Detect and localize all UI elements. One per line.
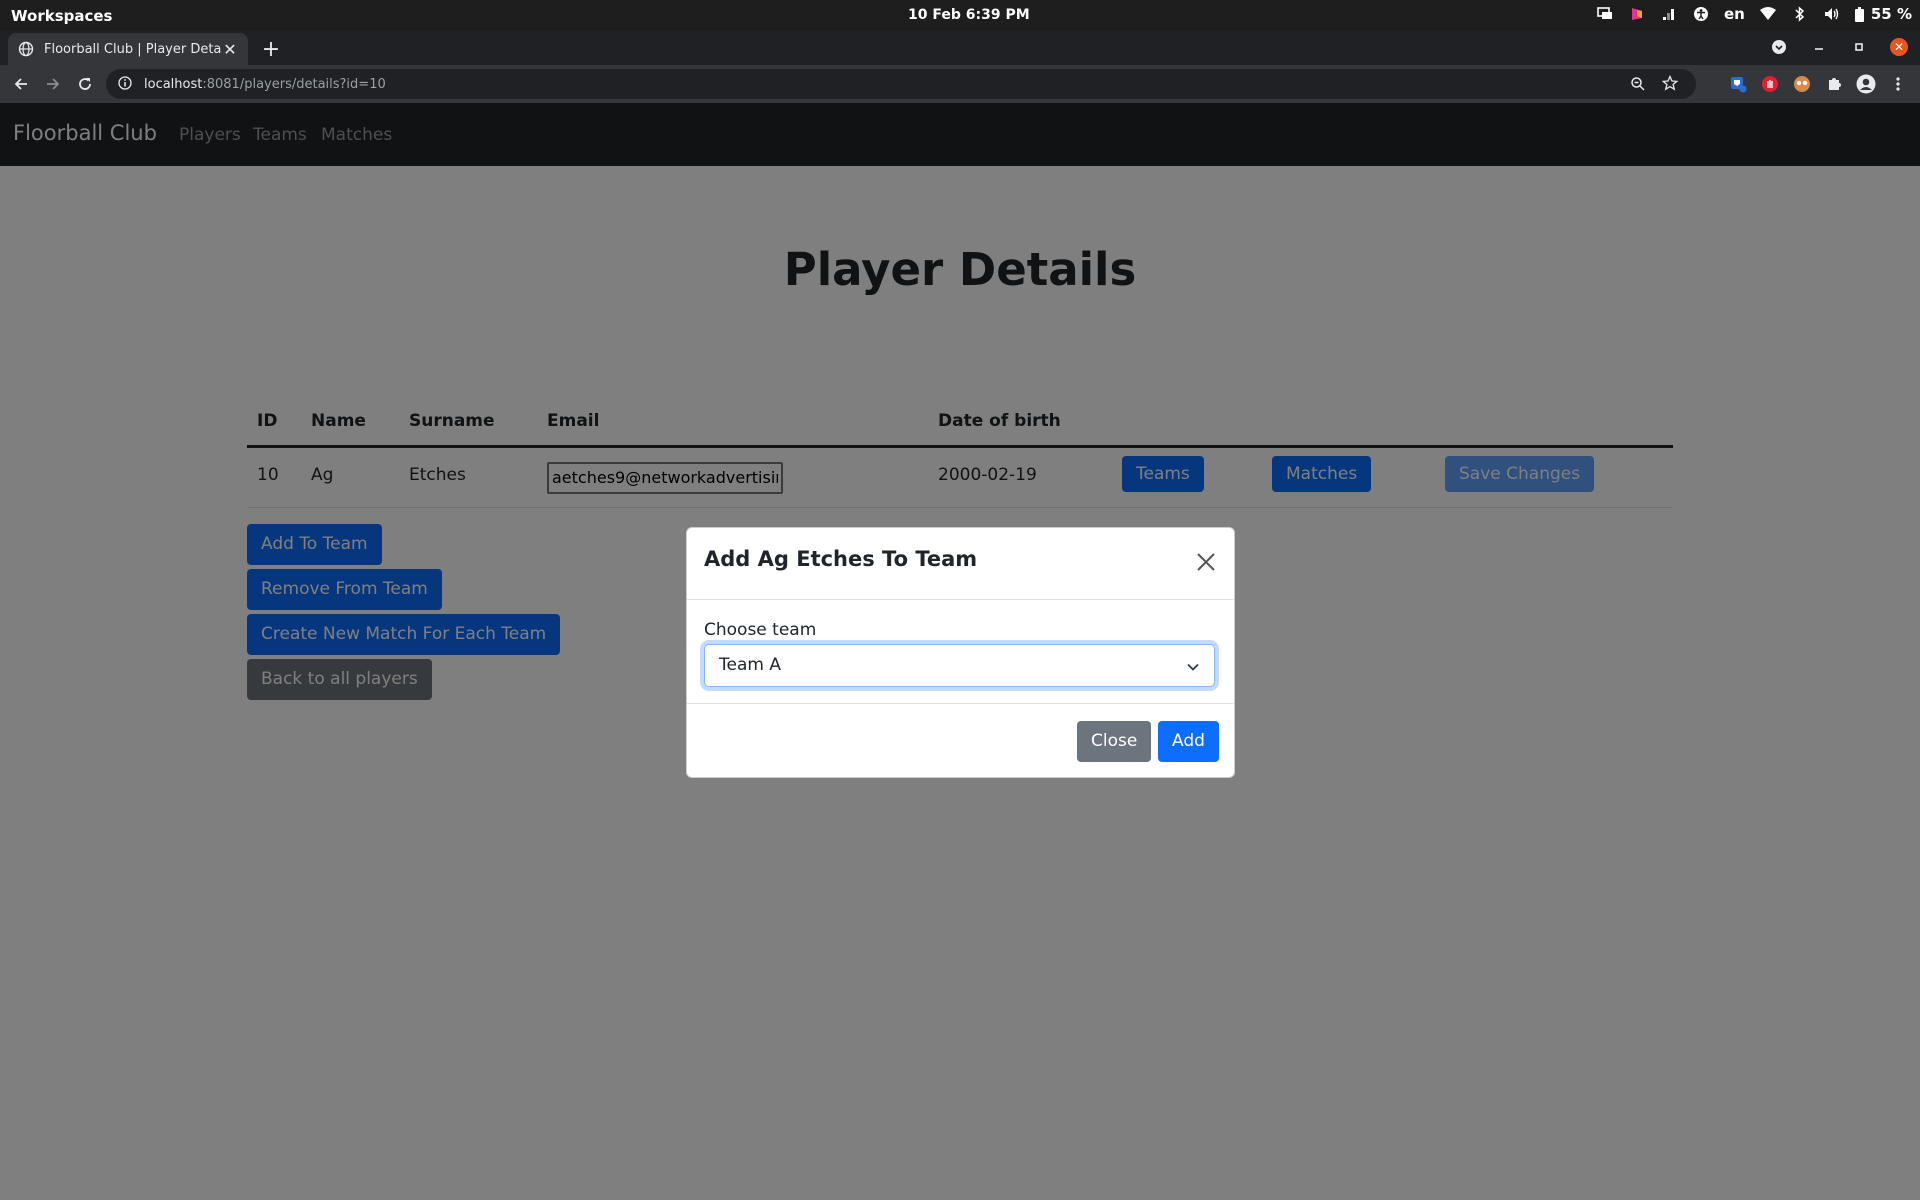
extension-hand-icon[interactable] <box>1760 74 1780 94</box>
signal-icon[interactable] <box>1660 5 1678 23</box>
modal-footer: Close Add <box>687 704 1234 777</box>
browser-tab[interactable]: Floorball Club | Player Details ✕ <box>8 33 248 65</box>
add-to-team-modal: Add Ag Etches To Team Choose team Team A… <box>686 527 1235 778</box>
team-select-value: Team A <box>719 655 781 675</box>
window-close-icon[interactable]: ✕ <box>1890 38 1908 56</box>
system-tray: en 55 % <box>1596 5 1912 23</box>
zoom-icon[interactable] <box>1630 76 1646 96</box>
address-bar[interactable]: localhost:8081/players/details?id=10 <box>106 69 1696 99</box>
reload-icon[interactable] <box>75 74 95 94</box>
url-host: localhost <box>144 76 203 92</box>
language-indicator[interactable]: en <box>1724 5 1745 23</box>
extensions-puzzle-icon[interactable] <box>1824 74 1844 94</box>
globe-icon <box>18 41 34 57</box>
web-page: Floorball Club Players Teams Matches Pla… <box>0 103 1920 1200</box>
extension-face-icon[interactable] <box>1792 74 1812 94</box>
bookmark-star-icon[interactable] <box>1661 74 1679 95</box>
modal-title: Add Ag Etches To Team <box>704 547 978 571</box>
tab-close-icon[interactable]: ✕ <box>222 40 238 59</box>
add-button[interactable]: Add <box>1158 721 1219 762</box>
extension-shield-icon[interactable] <box>1728 74 1748 94</box>
chevron-down-icon <box>1186 659 1200 679</box>
battery-percentage[interactable]: 55 % <box>1871 5 1912 23</box>
os-top-bar: Workspaces 10 Feb 6:39 PM en 55 % <box>0 0 1920 31</box>
clock[interactable]: 10 Feb 6:39 PM <box>908 7 1030 23</box>
minimize-icon[interactable] <box>1810 38 1828 56</box>
choose-team-label: Choose team <box>704 620 817 640</box>
browser-toolbar: localhost:8081/players/details?id=10 <box>0 65 1920 103</box>
site-info-icon[interactable] <box>118 76 134 92</box>
url-path: :8081/players/details?id=10 <box>202 76 386 92</box>
browser-menu-icon[interactable] <box>1888 74 1908 94</box>
display-icon[interactable] <box>1596 5 1614 23</box>
modal-body: Choose team Team A <box>687 600 1234 704</box>
browser-tab-strip: Floorball Club | Player Details ✕ + ✕ <box>0 31 1920 65</box>
accessibility-icon[interactable] <box>1692 5 1710 23</box>
workspaces-label[interactable]: Workspaces <box>11 7 112 25</box>
close-icon[interactable] <box>1194 550 1218 574</box>
tab-search-icon[interactable] <box>1770 38 1788 56</box>
new-tab-button[interactable]: + <box>260 37 282 62</box>
maximize-icon[interactable] <box>1850 38 1868 56</box>
battery-icon[interactable] <box>1855 5 1865 23</box>
modal-header: Add Ag Etches To Team <box>687 528 1234 600</box>
back-arrow-icon[interactable] <box>11 74 31 94</box>
wifi-icon[interactable] <box>1759 5 1777 23</box>
tab-title: Floorball Club | Player Details <box>44 41 222 57</box>
close-button[interactable]: Close <box>1077 721 1152 762</box>
bluetooth-icon[interactable] <box>1791 5 1809 23</box>
volume-icon[interactable] <box>1823 5 1841 23</box>
forward-arrow-icon[interactable] <box>43 74 63 94</box>
team-select[interactable]: Team A <box>704 644 1215 687</box>
app-indicator-icon[interactable] <box>1628 5 1646 23</box>
profile-avatar-icon[interactable] <box>1856 74 1876 94</box>
window-controls: ✕ <box>1770 38 1908 56</box>
